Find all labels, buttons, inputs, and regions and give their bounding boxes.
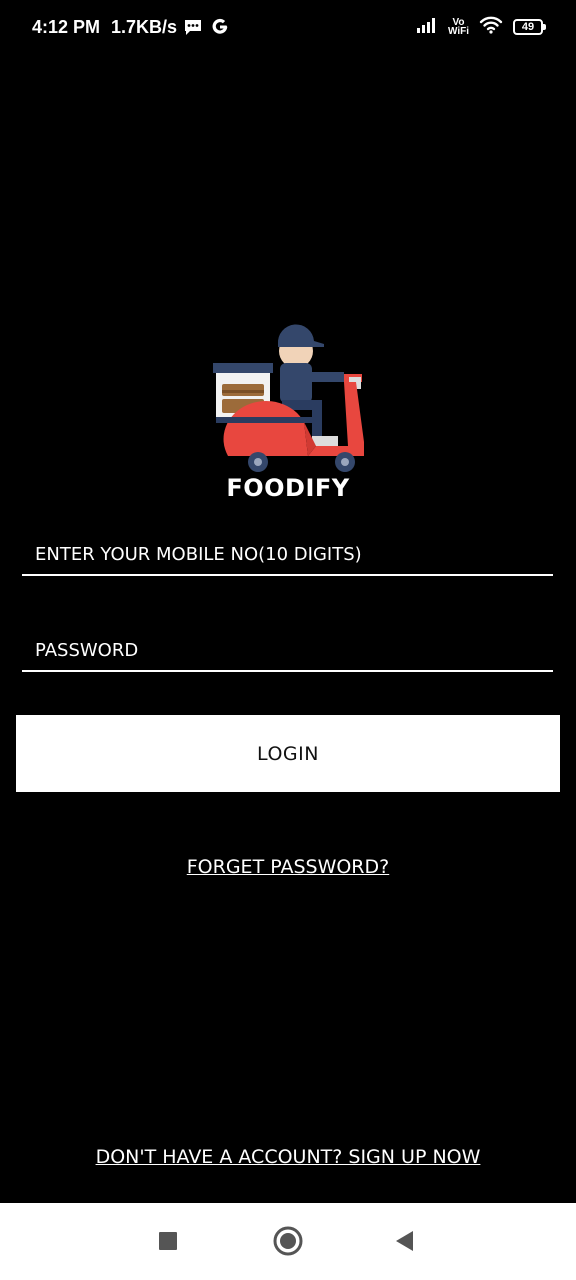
recents-icon bbox=[157, 1230, 179, 1256]
navigation-bar bbox=[0, 1203, 576, 1280]
battery-level: 49 bbox=[513, 19, 543, 35]
vowifi-indicator: Vo WiFi bbox=[447, 18, 469, 37]
mobile-input[interactable] bbox=[22, 534, 553, 574]
recents-button[interactable] bbox=[148, 1223, 188, 1263]
wifi-icon bbox=[479, 16, 503, 38]
delivery-scooter-icon bbox=[208, 318, 368, 474]
password-input[interactable] bbox=[22, 630, 553, 670]
password-field bbox=[22, 630, 553, 672]
status-bar: 4:12 PM 1.7KB/s Vo WiFi 49 bbox=[0, 0, 576, 56]
home-button[interactable] bbox=[268, 1223, 308, 1263]
back-icon bbox=[393, 1229, 415, 1257]
signup-link[interactable]: DON'T HAVE A ACCOUNT? SIGN UP NOW bbox=[0, 1146, 576, 1168]
app-title: FOODIFY bbox=[226, 474, 350, 502]
status-left: 4:12 PM 1.7KB/s bbox=[32, 16, 231, 38]
message-icon bbox=[183, 18, 203, 36]
google-icon bbox=[209, 16, 231, 38]
back-button[interactable] bbox=[384, 1223, 424, 1263]
status-right: Vo WiFi 49 bbox=[416, 16, 546, 38]
status-time: 4:12 PM bbox=[32, 16, 101, 37]
home-icon bbox=[272, 1225, 304, 1261]
login-button[interactable]: LOGIN bbox=[16, 715, 560, 792]
network-speed: 1.7KB/s bbox=[111, 16, 178, 37]
battery-icon: 49 bbox=[513, 19, 546, 35]
signal-icon bbox=[416, 17, 438, 37]
battery-tip bbox=[543, 24, 546, 30]
forget-password-link[interactable]: FORGET PASSWORD? bbox=[0, 856, 576, 878]
vowifi-bottom: WiFi bbox=[447, 26, 469, 37]
mobile-field bbox=[22, 534, 553, 576]
